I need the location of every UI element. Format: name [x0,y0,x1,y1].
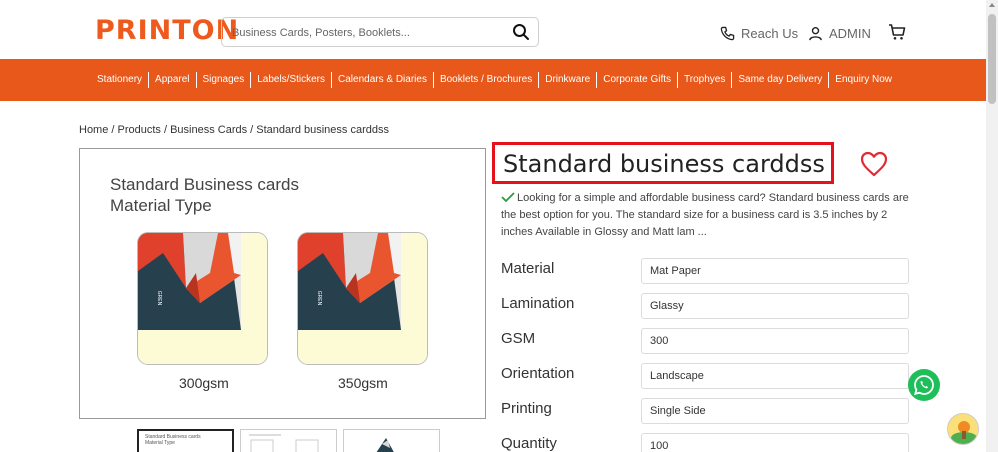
admin-label: ADMIN [829,25,871,41]
nav-item-signages[interactable]: Signages [197,72,252,88]
card-sample-350gsm: GREN [297,232,428,365]
product-page: PRINTON Reach Us ADMIN [0,0,998,452]
whatsapp-button[interactable] [908,369,940,401]
reach-us-label: Reach Us [741,25,799,41]
admin-account-link[interactable]: ADMIN [808,24,871,42]
nav-item-booklets-brochures[interactable]: Booklets / Brochures [434,72,540,88]
user-icon [809,26,822,40]
nav-item-calendars-diaries[interactable]: Calendars & Diaries [332,72,434,88]
breadcrumb[interactable]: Home / Products / Business Cards / Stand… [79,124,389,136]
heart-icon[interactable] [860,151,888,177]
nav-item-apparel[interactable]: Apparel [149,72,197,88]
page-scrollbar[interactable] [986,0,998,452]
thumbnail-3[interactable] [343,429,440,452]
thumbnail-1[interactable]: Standard Business cards Material Type [137,429,234,452]
card-label-300gsm: 300gsm [179,375,229,391]
main-nav: Stationery Apparel Signages Labels/Stick… [0,59,986,101]
option-label-orientation: Orientation [501,365,575,382]
whatsapp-icon [914,375,934,396]
option-label-printing: Printing [501,400,552,417]
nav-item-same-day-delivery[interactable]: Same day Delivery [732,72,830,88]
product-title-highlight: Standard business carddss [492,142,834,184]
card-label-350gsm: 350gsm [338,375,388,391]
site-logo[interactable]: PRINTON [95,16,239,46]
cart-icon[interactable] [888,23,906,41]
thumbnail-graphic [376,438,394,452]
search-bar [221,17,539,47]
check-icon [501,192,515,202]
nav-item-drinkware[interactable]: Drinkware [539,72,598,88]
material-select[interactable]: Mat Paper [641,258,909,284]
gsm-select[interactable]: 300 [641,328,909,354]
printing-select[interactable]: Single Side [641,398,909,424]
product-description: Looking for a simple and affordable busi… [501,192,909,238]
image-thumbnails: Standard Business cards Material Type [137,429,440,452]
option-label-lamination: Lamination [501,295,575,312]
nav-item-corporate-gifts[interactable]: Corporate Gifts [597,72,679,88]
chat-avatar-icon [948,414,978,444]
scroll-up-arrow-icon[interactable] [989,3,995,7]
scrollbar-thumb[interactable] [988,14,996,104]
nav-item-trophyes[interactable]: Trophyes [678,72,733,88]
lamination-select[interactable]: Glassy [641,293,909,319]
quantity-select[interactable]: 100 [641,433,909,452]
nav-item-labels-stickers[interactable]: Labels/Stickers [251,72,333,88]
nav-item-enquiry-now[interactable]: Enquiry Now [829,72,898,88]
option-label-material: Material [501,260,555,277]
option-label-quantity: Quantity [501,435,557,452]
thumbnail-graphic [249,434,319,452]
chat-assistant-button[interactable] [947,413,979,445]
search-icon[interactable] [512,23,530,41]
card-sample-300gsm: GREN [137,232,268,365]
search-input[interactable] [232,24,502,42]
reach-us-link[interactable]: Reach Us [720,24,798,42]
product-main-image[interactable]: Standard Business cards Material Type GR… [79,148,486,419]
image-title: Standard Business cards Material Type [110,175,299,215]
orientation-select[interactable]: Landscape [641,363,909,389]
thumbnail-2[interactable] [240,429,337,452]
phone-icon [720,26,735,40]
product-title: Standard business carddss [503,150,825,178]
option-label-gsm: GSM [501,330,536,347]
site-header: PRINTON Reach Us ADMIN [0,0,986,59]
nav-item-stationery[interactable]: Stationery [91,72,150,88]
